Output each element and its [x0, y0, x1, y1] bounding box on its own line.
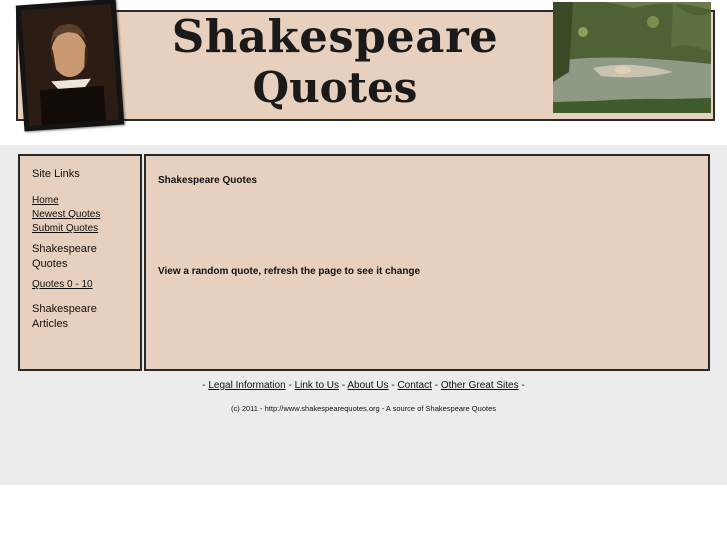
sidebar: Site Links Home Newest Quotes Submit Quo…	[18, 154, 142, 371]
sidebar-link-quotes-0-10[interactable]: Quotes 0 - 10	[32, 278, 140, 292]
sidebar-heading: Site Links	[32, 168, 80, 180]
sidebar-link-submit-quotes[interactable]: Submit Quotes	[32, 222, 140, 236]
sidebar-link-newest-quotes[interactable]: Newest Quotes	[32, 208, 140, 222]
sidebar-section-quotes: Shakespeare Quotes	[32, 243, 97, 270]
random-quote-text: View a random quote, refresh the page to…	[158, 266, 421, 277]
logo-line-2: Quotes	[252, 63, 418, 112]
main-content: Shakespeare Quotes View a random quote, …	[144, 154, 710, 371]
portrait-icon	[21, 4, 119, 126]
footer-separator: -	[521, 380, 525, 391]
site-logo[interactable]: Shakespeare Quotes	[170, 10, 500, 112]
footer-separator: -	[341, 380, 346, 391]
ophelia-painting-image	[553, 2, 711, 113]
footer-separator: -	[202, 380, 206, 391]
copyright-text: (c) 2011 - http://www.shakespearequotes.…	[230, 404, 496, 413]
page-title: Shakespeare Quotes	[158, 175, 257, 186]
logo-line-1: Shakespeare	[171, 10, 499, 63]
footer-separator: -	[391, 380, 395, 391]
sidebar-section-articles: Shakespeare Articles	[32, 303, 97, 330]
sidebar-link-home[interactable]: Home	[32, 194, 140, 208]
footer-separator: -	[288, 380, 292, 391]
page: Shakespeare Quotes Site Links Home Newes…	[0, 0, 727, 545]
shakespeare-portrait-image	[15, 0, 125, 132]
footer-links: - Legal Information - Link to Us - About…	[0, 380, 727, 391]
footer-link-about-us[interactable]: About Us	[347, 380, 388, 391]
footer-link-contact[interactable]: Contact	[397, 380, 431, 391]
painting-icon	[553, 2, 711, 113]
footer-separator: -	[434, 380, 439, 391]
footer-link-link-to-us[interactable]: Link to Us	[295, 380, 339, 391]
footer-link-legal[interactable]: Legal Information	[208, 380, 285, 391]
footer-link-other-sites[interactable]: Other Great Sites	[441, 380, 519, 391]
